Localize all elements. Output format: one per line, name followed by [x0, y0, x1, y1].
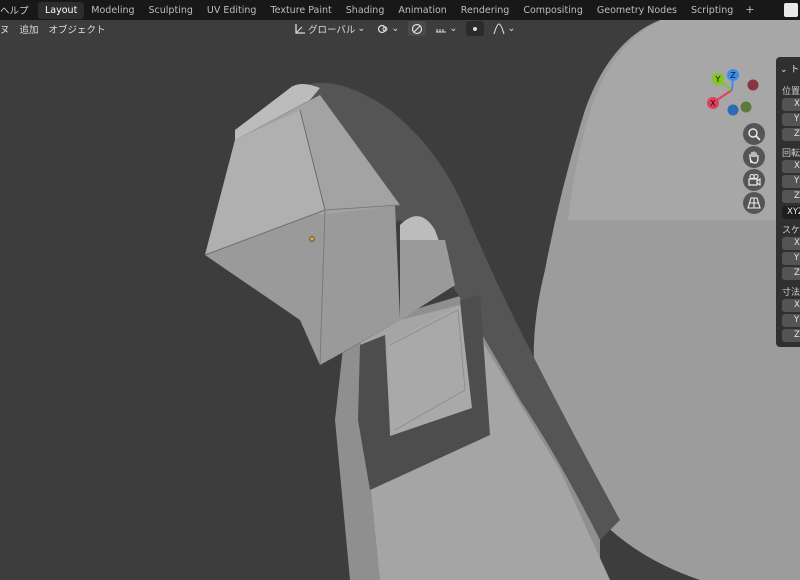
transform-orientation-dropdown[interactable]: グローバル ⌄: [291, 21, 368, 36]
gizmo-neg-y-icon[interactable]: [740, 101, 752, 113]
tab-texture-paint[interactable]: Texture Paint: [263, 2, 338, 19]
tab-uv-editing[interactable]: UV Editing: [200, 2, 264, 19]
scale-label: スケ: [782, 226, 800, 236]
tab-sculpting[interactable]: Sculpting: [142, 2, 200, 19]
gizmo-y-label: Y: [715, 75, 721, 84]
tab-shading[interactable]: Shading: [339, 2, 392, 19]
zoom-button[interactable]: [743, 123, 765, 145]
dimensions-z-field[interactable]: Z: [782, 329, 800, 342]
viewport-3d-scene[interactable]: [0, 0, 800, 580]
scale-z-field[interactable]: Z: [782, 267, 800, 280]
navigation-gizmo[interactable]: X Y Z: [700, 66, 770, 126]
viewport-tool-settings: グローバル ⌄ ⌄ ⌄ ⌄: [291, 21, 518, 36]
transform-orientation-value: グローバル: [308, 24, 356, 36]
location-y-field[interactable]: Y: [782, 113, 800, 126]
npanel-title[interactable]: ⌄ ト: [780, 62, 799, 75]
viewport-menus: ヌ 追加 オブジェクト: [0, 22, 106, 36]
pan-button[interactable]: [743, 146, 765, 168]
workspace-tabs: Layout Modeling Sculpting UV Editing Tex…: [38, 2, 759, 19]
rotation-x-field[interactable]: X: [782, 160, 800, 173]
camera-view-button[interactable]: [743, 169, 765, 191]
tab-geometry-nodes[interactable]: Geometry Nodes: [590, 2, 684, 19]
help-menu[interactable]: ヘルプ: [0, 3, 29, 17]
object-origin: [309, 236, 315, 242]
menu-view[interactable]: ヌ: [0, 22, 10, 36]
tab-layout[interactable]: Layout: [38, 2, 85, 19]
snap-toggle[interactable]: [408, 21, 427, 36]
gizmo-neg-z-icon[interactable]: [727, 104, 739, 116]
rotation-y-field[interactable]: Y: [782, 175, 800, 188]
perspective-toggle-button[interactable]: [743, 192, 765, 214]
chevron-down-icon: ⌄: [357, 23, 366, 34]
tab-rendering[interactable]: Rendering: [454, 2, 517, 19]
rotation-z-field[interactable]: Z: [782, 190, 800, 203]
location-x-field[interactable]: X: [782, 98, 800, 111]
tab-scripting[interactable]: Scripting: [684, 2, 740, 19]
link-icon: [378, 24, 388, 33]
dimensions-y-field[interactable]: Y: [782, 314, 800, 327]
falloff-dropdown[interactable]: ⌄: [490, 21, 518, 36]
gizmo-x-label: X: [710, 99, 716, 108]
pivot-dropdown[interactable]: ⌄: [374, 21, 402, 36]
tab-compositing[interactable]: Compositing: [516, 2, 590, 19]
hand-pan-icon: [749, 151, 759, 164]
gizmo-neg-x-icon[interactable]: [747, 79, 759, 91]
snap-increment-icon: [436, 28, 447, 32]
dimensions-x-field[interactable]: X: [782, 299, 800, 312]
scale-y-field[interactable]: Y: [782, 252, 800, 265]
tab-modeling[interactable]: Modeling: [84, 2, 141, 19]
npanel-title-text: ト: [790, 65, 800, 75]
tab-animation[interactable]: Animation: [391, 2, 453, 19]
scale-x-field[interactable]: X: [782, 237, 800, 250]
location-z-field[interactable]: Z: [782, 128, 800, 141]
proportional-edit-toggle[interactable]: [466, 21, 485, 36]
gizmo-z-label: Z: [730, 71, 736, 80]
chevron-down-icon: ⌄: [391, 23, 400, 34]
dimensions-label: 寸法: [782, 288, 800, 298]
rotation-label: 回転: [782, 149, 800, 159]
chevron-down-icon: ⌄: [507, 23, 516, 34]
chevron-down-icon: ⌄: [449, 23, 458, 34]
viewport-header: ヌ 追加 オブジェクト グローバル ⌄ ⌄ ⌄ ⌄: [0, 20, 800, 38]
chevron-down-icon: ⌄: [780, 65, 788, 75]
sidebar-n-panel: ⌄ ト 位置 X Y Z 回転 X Y Z XYZ スケ X Y Z 寸法 X …: [776, 57, 800, 347]
add-workspace-button[interactable]: +: [740, 2, 759, 19]
workspace-topbar: ヘルプ Layout Modeling Sculpting UV Editing…: [0, 0, 800, 20]
zoom-icon: [748, 128, 761, 141]
snap-target-dropdown[interactable]: ⌄: [432, 21, 460, 36]
perspective-grid-icon: [747, 197, 761, 209]
menu-object[interactable]: オブジェクト: [49, 22, 106, 36]
falloff-icon: [493, 22, 505, 34]
scene-icon[interactable]: [784, 3, 798, 17]
snap-icon: [412, 23, 423, 34]
rotation-mode-dropdown[interactable]: XYZ: [782, 206, 800, 219]
location-label: 位置: [782, 87, 800, 97]
proportional-edit-icon: [473, 26, 478, 31]
menu-add[interactable]: 追加: [20, 22, 39, 36]
camera-icon: [748, 173, 761, 187]
transform-pivot-icon: [295, 23, 305, 34]
